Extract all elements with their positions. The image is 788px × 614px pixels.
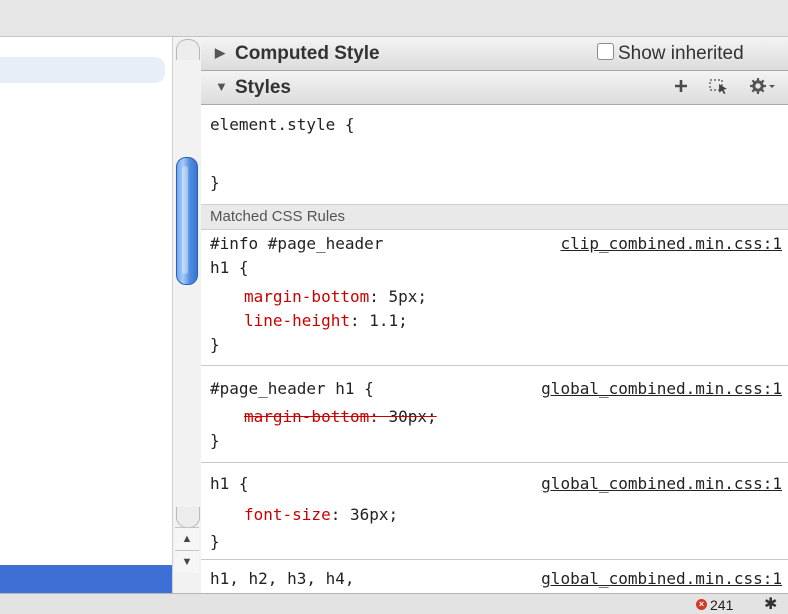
rule-divider [201, 559, 788, 560]
property-name[interactable]: margin-bottom [244, 287, 369, 306]
dom-tree-pane[interactable] [0, 37, 172, 593]
gear-icon[interactable] [750, 78, 776, 100]
matched-css-rules-label: Matched CSS Rules [210, 208, 346, 225]
computed-style-header[interactable]: ▶ Computed Style Show inherited [201, 37, 788, 71]
css-property[interactable]: line-height: 1.1; [244, 311, 408, 330]
styles-header[interactable]: ▼ Styles [201, 71, 788, 105]
show-inherited-checkbox[interactable] [597, 43, 614, 60]
rule-close-brace: } [210, 335, 220, 354]
settings-gear-icon[interactable]: ✱ [764, 594, 777, 614]
property-name[interactable]: line-height [244, 311, 350, 330]
element-style-close: } [210, 173, 220, 192]
styles-sidebar: ▶ Computed Style Show inherited ▼ Styles… [201, 37, 788, 593]
css-property-overridden[interactable]: margin-bottom: 30px; [244, 407, 437, 426]
rule-selector[interactable]: h1 { [210, 474, 249, 493]
css-property[interactable]: font-size: 36px; [244, 505, 398, 524]
collapsed-triangle-icon: ▶ [215, 45, 225, 60]
rule-selector-continued: h1 { [210, 258, 249, 277]
expanded-triangle-icon: ▼ [215, 79, 228, 94]
styles-toolbar [659, 78, 776, 100]
rule-selector[interactable]: #info #page_header [210, 234, 383, 253]
scroll-track-top [176, 39, 200, 60]
property-value[interactable]: 30px; [389, 407, 437, 426]
scroll-track-bottom [176, 507, 200, 528]
property-name[interactable]: margin-bottom [244, 407, 369, 426]
rule-source-link[interactable]: global_combined.min.css:1 [541, 379, 782, 398]
scroll-down-button[interactable]: ▼ [175, 550, 199, 573]
window-toolbar [0, 0, 788, 37]
show-inherited-label: Show inherited [618, 43, 744, 64]
scroll-thumb[interactable] [176, 157, 198, 285]
matched-css-rules-header: Matched CSS Rules [201, 204, 788, 230]
plus-icon[interactable] [673, 78, 689, 100]
rule-source-link[interactable]: global_combined.min.css:1 [541, 474, 782, 493]
property-name[interactable]: font-size [244, 505, 331, 524]
computed-style-title: Computed Style [235, 43, 380, 64]
vertical-scrollbar[interactable]: ▲ ▼ [172, 37, 202, 593]
show-inherited-toggle[interactable]: Show inherited [597, 43, 744, 65]
rule-selector[interactable]: #page_header h1 { [210, 379, 374, 398]
status-bar: × 241 ✱ [0, 593, 788, 614]
error-count[interactable]: 241 [710, 597, 733, 613]
rule-selector[interactable]: h1, h2, h3, h4, [210, 569, 355, 588]
property-value[interactable]: 5px; [389, 287, 428, 306]
css-property[interactable]: margin-bottom: 5px; [244, 287, 427, 306]
property-value[interactable]: 36px; [350, 505, 398, 524]
styles-title: Styles [235, 77, 291, 98]
rule-close-brace: } [210, 532, 220, 551]
rule-divider [201, 365, 788, 366]
dom-selected-row[interactable] [0, 565, 172, 593]
rule-divider [201, 462, 788, 463]
element-select-icon[interactable] [709, 78, 731, 100]
dom-hover-row[interactable] [0, 57, 165, 83]
error-icon[interactable]: × [696, 599, 707, 610]
rule-close-brace: } [210, 431, 220, 450]
property-value[interactable]: 1.1; [369, 311, 408, 330]
rule-source-link[interactable]: clip_combined.min.css:1 [560, 234, 782, 253]
scroll-up-button[interactable]: ▲ [175, 527, 199, 550]
rule-source-link[interactable]: global_combined.min.css:1 [541, 569, 782, 588]
element-style-open[interactable]: element.style { [210, 115, 355, 134]
